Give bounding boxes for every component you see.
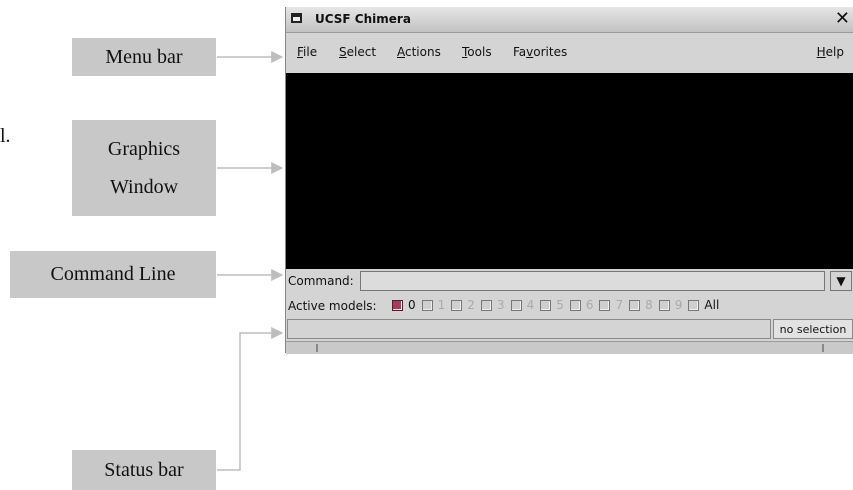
active-model-7[interactable]: 7 — [599, 298, 623, 312]
active-model-9[interactable]: 9 — [658, 298, 683, 312]
menu-file[interactable]: File — [297, 45, 317, 59]
menu-bar: File Select Actions Tools Favorites Help — [286, 33, 853, 73]
active-model-checkbox[interactable] — [599, 299, 611, 311]
strip-notch — [822, 344, 824, 352]
active-model-label: 4 — [526, 298, 535, 312]
leader-status — [217, 327, 284, 471]
selection-indicator[interactable]: no selection — [773, 319, 853, 339]
active-model-label: 2 — [467, 298, 475, 312]
menu-tools[interactable]: Tools — [462, 45, 492, 59]
active-model-label: 6 — [585, 298, 594, 312]
active-model-6[interactable]: 6 — [569, 298, 594, 312]
active-model-checkbox[interactable] — [569, 299, 581, 311]
active-model-label: 9 — [674, 298, 683, 312]
command-input[interactable] — [360, 271, 825, 291]
command-history-dropdown[interactable]: ▼ — [830, 271, 852, 291]
active-model-4[interactable]: 4 — [510, 298, 535, 312]
active-models-list: 0 1 2 3 4 5 6 7 8 9 All — [392, 298, 725, 312]
active-model-label: 1 — [437, 298, 446, 312]
bottom-strip — [286, 341, 853, 354]
strip-notch — [316, 344, 318, 352]
menu-select[interactable]: Select — [339, 45, 376, 59]
chimera-window: UCSF Chimera ✕ File Select Actions Tools… — [285, 7, 853, 354]
active-model-5[interactable]: 5 — [540, 298, 564, 312]
active-model-3[interactable]: 3 — [480, 298, 505, 312]
active-models-row: Active models: 0 1 2 3 4 5 6 7 8 9 All — [286, 296, 853, 316]
active-model-label: 3 — [496, 298, 505, 312]
menu-actions[interactable]: Actions — [397, 45, 441, 59]
active-model-label: 8 — [645, 298, 653, 312]
menu-help[interactable]: Help — [817, 45, 844, 59]
active-model-1[interactable]: 1 — [421, 298, 446, 312]
status-message — [287, 319, 771, 339]
active-model-checkbox[interactable] — [510, 299, 522, 311]
active-model-label: 5 — [556, 298, 564, 312]
window-title: UCSF Chimera — [315, 12, 411, 26]
active-model-checkbox[interactable] — [480, 299, 492, 311]
graphics-window[interactable] — [286, 73, 853, 269]
command-label: Command: — [288, 274, 354, 288]
window-menu-icon[interactable] — [291, 13, 302, 23]
active-model-checkbox[interactable] — [629, 299, 641, 311]
active-model-checkbox[interactable] — [451, 299, 463, 311]
close-icon[interactable]: ✕ — [835, 8, 850, 29]
active-model-checkbox[interactable] — [540, 299, 552, 311]
active-model-checkbox[interactable] — [421, 299, 433, 311]
active-models-label: Active models: — [288, 299, 377, 313]
active-model-checkbox[interactable] — [392, 299, 403, 311]
chevron-down-icon: ▼ — [836, 274, 846, 288]
active-model-label: 0 — [408, 298, 416, 312]
active-model-0[interactable]: 0 — [392, 298, 416, 312]
active-model-label: All — [704, 298, 720, 312]
menu-favorites[interactable]: Favorites — [513, 45, 567, 59]
active-model-label: 7 — [615, 298, 624, 312]
active-model-checkbox[interactable] — [658, 299, 670, 311]
active-model-checkbox[interactable] — [688, 299, 700, 311]
title-bar: UCSF Chimera ✕ — [286, 7, 853, 33]
active-model-all[interactable]: All — [688, 298, 719, 312]
active-model-8[interactable]: 8 — [629, 298, 653, 312]
status-bar: no selection — [286, 318, 853, 340]
active-model-2[interactable]: 2 — [451, 298, 475, 312]
command-line: Command: ▼ — [286, 270, 853, 294]
